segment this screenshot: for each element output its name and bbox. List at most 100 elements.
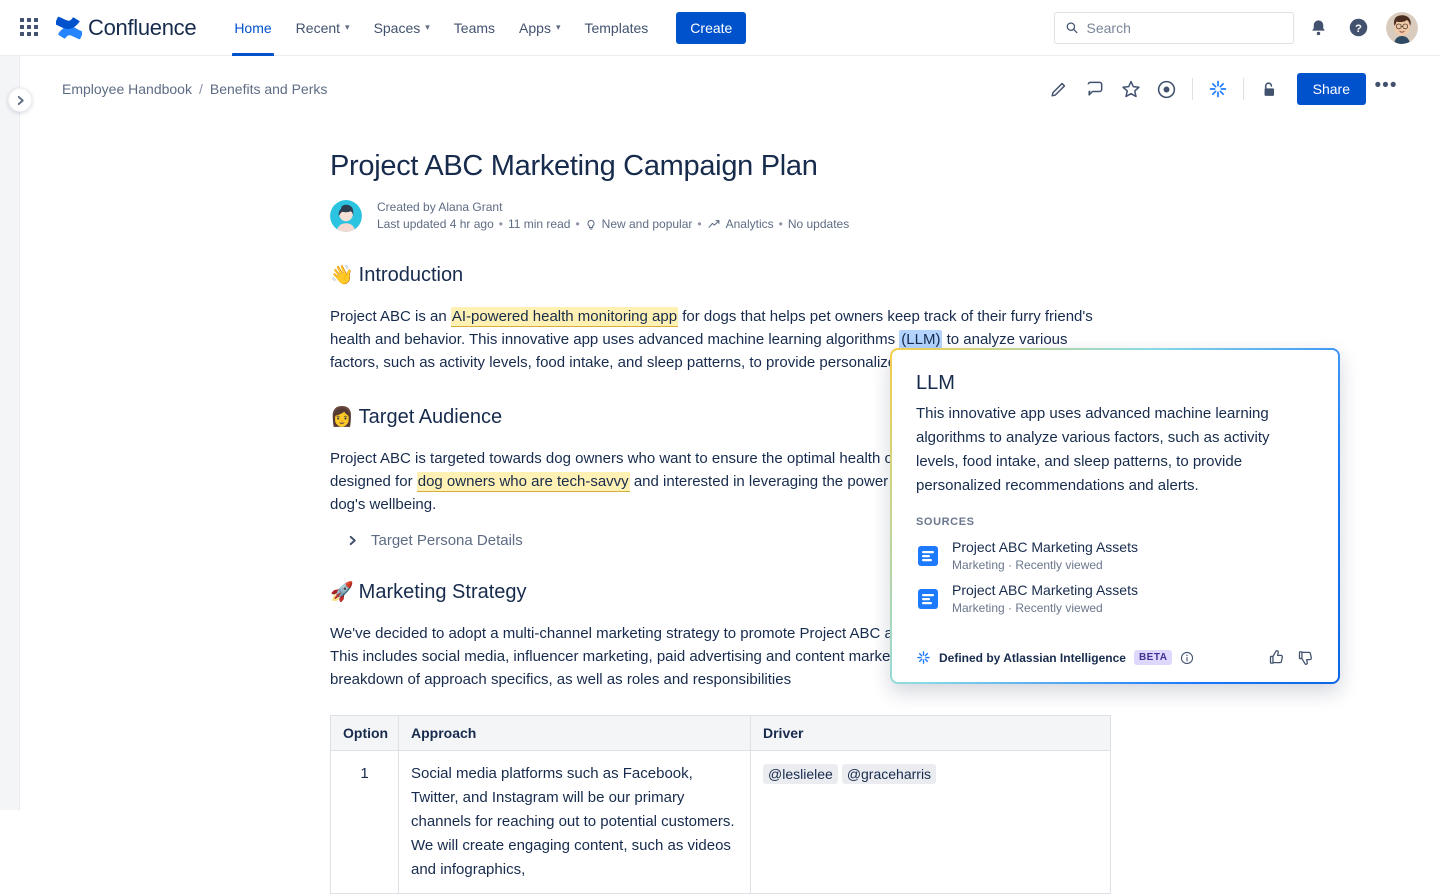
nav-item-apps-label: Apps bbox=[519, 20, 551, 36]
unlock-icon bbox=[1259, 80, 1278, 99]
nav-item-templates[interactable]: Templates bbox=[572, 0, 660, 56]
search-box[interactable] bbox=[1054, 12, 1294, 44]
expand-label: Target Persona Details bbox=[371, 532, 523, 549]
edit-button[interactable] bbox=[1043, 73, 1075, 105]
source-title: Project ABC Marketing Assets bbox=[952, 581, 1138, 599]
inline-highlight-ai-app[interactable]: AI-powered health monitoring app bbox=[451, 307, 678, 327]
watch-eye-icon bbox=[1156, 79, 1177, 100]
breadcrumb-root[interactable]: Employee Handbook bbox=[62, 81, 192, 97]
table-row: 1 Social media platforms such as Faceboo… bbox=[331, 751, 1111, 894]
restrictions-button[interactable] bbox=[1253, 73, 1285, 105]
atlassian-intelligence-icon bbox=[916, 650, 931, 665]
column-header-driver: Driver bbox=[751, 716, 1111, 751]
help-button[interactable]: ? bbox=[1342, 12, 1374, 44]
confluence-logo-link[interactable]: Confluence bbox=[56, 15, 196, 41]
source-item[interactable]: Project ABC Marketing Assets Marketing ·… bbox=[916, 577, 1314, 620]
inline-highlight-tech-savvy[interactable]: dog owners who are tech-savvy bbox=[417, 472, 630, 492]
atlassian-intelligence-button[interactable] bbox=[1202, 73, 1234, 105]
updates-label: No updates bbox=[788, 216, 849, 233]
search-input[interactable] bbox=[1087, 20, 1283, 36]
chevron-down-icon: ▾ bbox=[556, 23, 561, 32]
action-divider bbox=[1243, 78, 1244, 100]
global-navigation: Confluence Home Recent ▾ Spaces ▾ Teams … bbox=[0, 0, 1440, 56]
woman-emoji-icon: 👩 bbox=[330, 408, 354, 427]
share-button[interactable]: Share bbox=[1297, 73, 1366, 105]
source-subtitle: Marketing · Recently viewed bbox=[952, 600, 1138, 616]
cell-option: 1 bbox=[331, 751, 399, 894]
source-subtitle: Marketing · Recently viewed bbox=[952, 557, 1138, 573]
inline-highlight-llm[interactable]: (LLM) bbox=[899, 330, 942, 349]
chevron-down-icon: ▾ bbox=[345, 23, 350, 32]
question-circle-icon: ? bbox=[1348, 17, 1369, 38]
byline-text: Created by Alana Grant Last updated 4 hr… bbox=[377, 199, 849, 233]
ai-definition-popup: LLM This innovative app uses advanced ma… bbox=[890, 348, 1340, 684]
nav-item-teams-label: Teams bbox=[454, 20, 495, 36]
watch-button[interactable] bbox=[1151, 73, 1183, 105]
nav-item-teams[interactable]: Teams bbox=[442, 0, 507, 56]
page-header-bar: Employee Handbook / Benefits and Perks bbox=[20, 56, 1440, 122]
sidebar-expand-button[interactable] bbox=[8, 88, 32, 112]
page-title: Project ABC Marketing Campaign Plan bbox=[330, 150, 1120, 183]
search-icon bbox=[1065, 20, 1079, 35]
lightbulb-icon bbox=[585, 218, 597, 232]
analytics-label[interactable]: Analytics bbox=[726, 216, 774, 233]
thumbs-down-button[interactable] bbox=[1297, 649, 1314, 666]
chevron-right-icon bbox=[16, 95, 25, 106]
nav-item-recent-label: Recent bbox=[296, 20, 340, 36]
user-avatar[interactable] bbox=[1386, 12, 1418, 44]
mention-leslielee[interactable]: @leslielee bbox=[763, 764, 838, 784]
nav-item-home-label: Home bbox=[234, 20, 271, 36]
author-avatar[interactable] bbox=[330, 200, 362, 232]
nav-item-recent[interactable]: Recent ▾ bbox=[284, 0, 362, 56]
nav-item-spaces-label: Spaces bbox=[374, 20, 421, 36]
page-actions: Share ••• bbox=[1043, 73, 1440, 105]
star-button[interactable] bbox=[1115, 73, 1147, 105]
byline-dot: • bbox=[499, 216, 503, 233]
nav-item-spaces[interactable]: Spaces ▾ bbox=[362, 0, 442, 56]
popular-label[interactable]: New and popular bbox=[602, 216, 693, 233]
thumbs-up-button[interactable] bbox=[1268, 649, 1285, 666]
approach-table: Option Approach Driver 1 Social media pl… bbox=[330, 715, 1111, 894]
page-byline: Created by Alana Grant Last updated 4 hr… bbox=[330, 199, 1120, 233]
confluence-logo-icon bbox=[56, 15, 82, 41]
chevron-down-icon: ▾ bbox=[425, 23, 430, 32]
ai-popup-title: LLM bbox=[916, 372, 1314, 395]
analytics-chart-icon bbox=[707, 218, 721, 231]
source-text: Project ABC Marketing Assets Marketing ·… bbox=[952, 581, 1138, 616]
notifications-button[interactable] bbox=[1302, 12, 1334, 44]
comment-button[interactable] bbox=[1079, 73, 1111, 105]
section-heading-marketing-strategy-label: Marketing Strategy bbox=[359, 581, 527, 604]
product-name: Confluence bbox=[88, 15, 196, 41]
svg-text:?: ? bbox=[1355, 23, 1362, 35]
cell-driver: @leslielee@graceharris bbox=[751, 751, 1111, 894]
info-circle-icon[interactable] bbox=[1180, 651, 1194, 665]
intro-text-1: Project ABC is an bbox=[330, 308, 451, 325]
chevron-right-icon bbox=[348, 535, 357, 546]
star-icon bbox=[1121, 79, 1141, 99]
section-heading-introduction-label: Introduction bbox=[359, 264, 464, 287]
global-nav-right: ? bbox=[1054, 12, 1440, 44]
source-item[interactable]: Project ABC Marketing Assets Marketing ·… bbox=[916, 534, 1314, 577]
mention-graceharris[interactable]: @graceharris bbox=[842, 764, 936, 784]
more-actions-button[interactable]: ••• bbox=[1370, 73, 1402, 105]
ai-popup-description: This innovative app uses advanced machin… bbox=[916, 402, 1314, 498]
rocket-emoji-icon: 🚀 bbox=[330, 583, 354, 602]
breadcrumb: Employee Handbook / Benefits and Perks bbox=[62, 81, 327, 97]
bell-icon bbox=[1309, 18, 1328, 37]
source-text: Project ABC Marketing Assets Marketing ·… bbox=[952, 538, 1138, 573]
section-heading-target-audience-label: Target Audience bbox=[359, 406, 502, 429]
column-header-approach: Approach bbox=[399, 716, 751, 751]
byline-dot: • bbox=[779, 216, 783, 233]
collapsed-sidebar-rail bbox=[0, 56, 20, 810]
breadcrumb-separator: / bbox=[199, 81, 203, 97]
ai-popup-body: LLM This innovative app uses advanced ma… bbox=[894, 352, 1336, 680]
ai-sources-label: SOURCES bbox=[916, 516, 1314, 528]
create-button[interactable]: Create bbox=[676, 12, 746, 44]
apps-grid-icon[interactable] bbox=[20, 18, 40, 38]
byline-dot: • bbox=[575, 216, 579, 233]
ai-feedback-controls bbox=[1268, 649, 1314, 666]
author-avatar-image bbox=[330, 200, 362, 232]
breadcrumb-current[interactable]: Benefits and Perks bbox=[210, 81, 328, 97]
nav-item-home[interactable]: Home bbox=[222, 0, 283, 56]
nav-item-apps[interactable]: Apps ▾ bbox=[507, 0, 572, 56]
